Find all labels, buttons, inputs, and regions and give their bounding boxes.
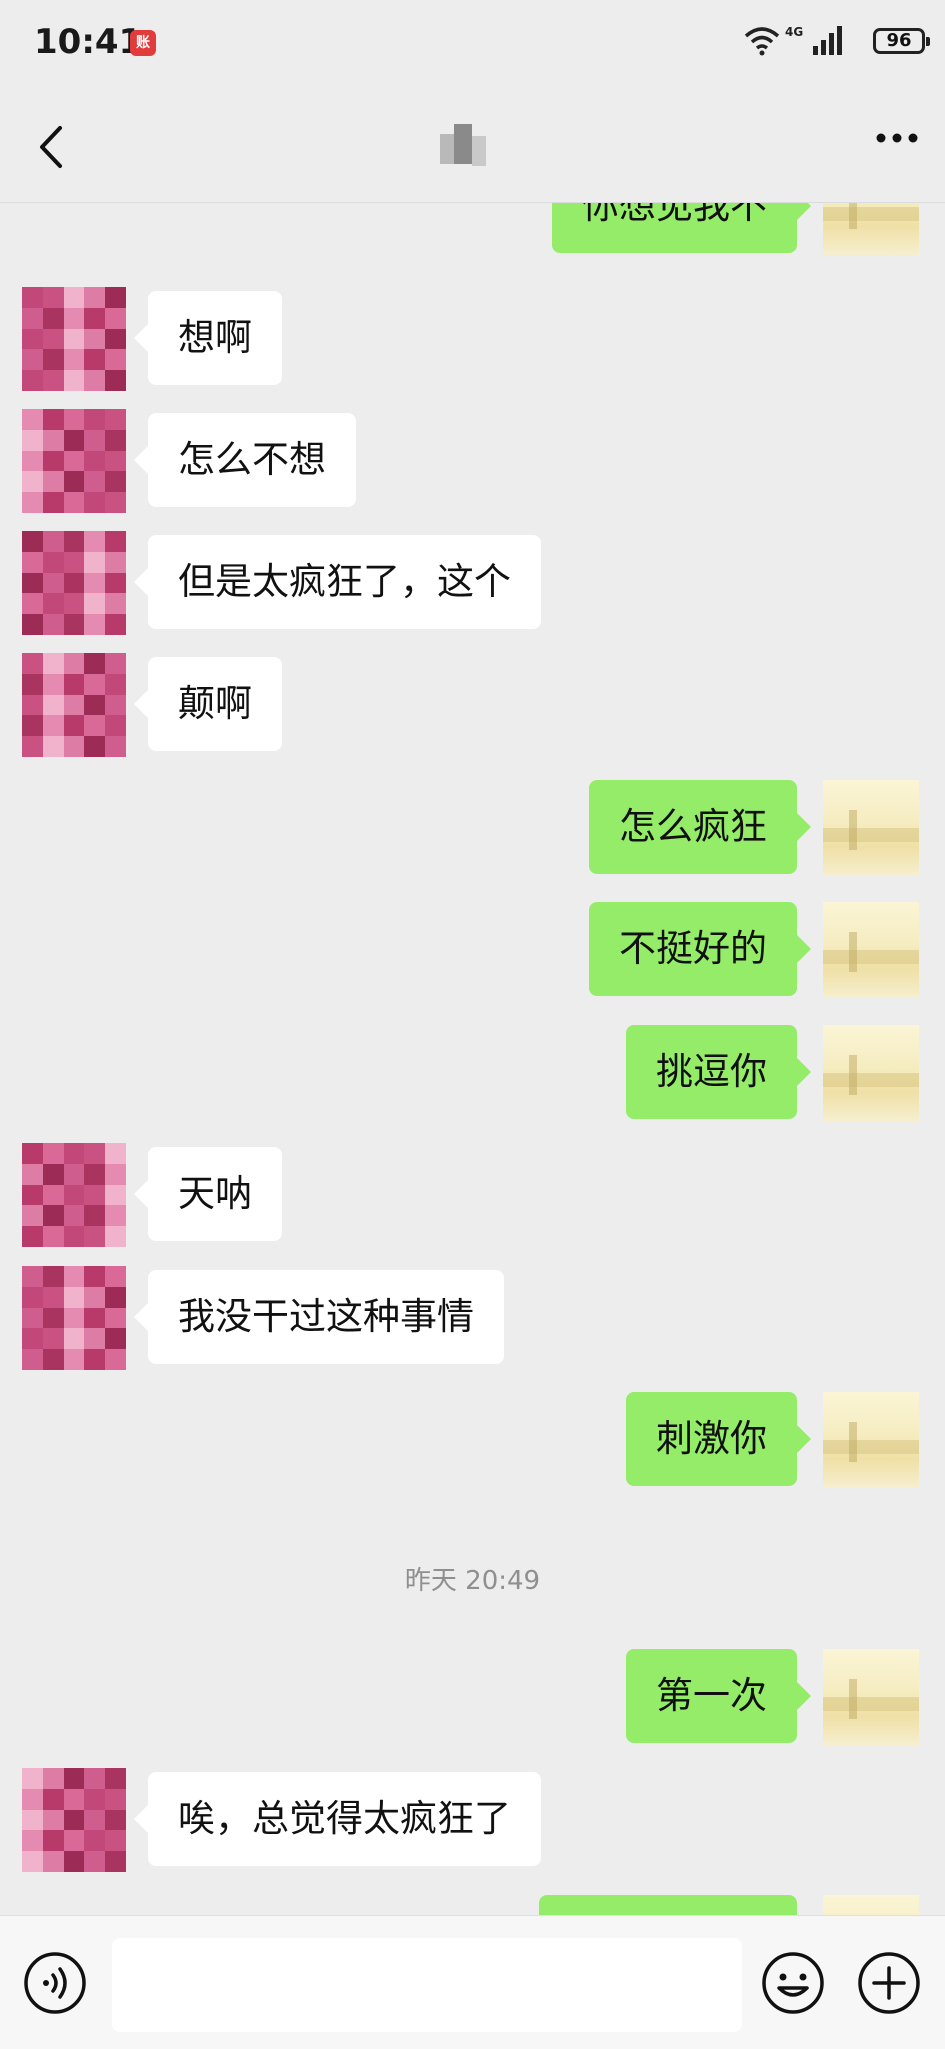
my-avatar[interactable] xyxy=(823,1895,919,1915)
chat-header xyxy=(0,92,945,203)
input-bar xyxy=(0,1915,945,2049)
my-avatar[interactable] xyxy=(823,780,919,876)
message-input[interactable] xyxy=(112,1938,742,2032)
message-list[interactable]: 你想见我不 想啊 怎么不想 但是太疯狂了，这个 颠啊 怎么疯狂 不挺好的 挑逗你… xyxy=(0,203,945,1915)
outgoing-bubble[interactable]: 第一次 xyxy=(626,1649,811,1743)
incoming-bubble[interactable]: 颠啊 xyxy=(134,657,282,751)
my-avatar[interactable] xyxy=(823,1649,919,1745)
chevron-left-icon[interactable] xyxy=(36,122,66,172)
outgoing-bubble[interactable]: 不挺好的 xyxy=(589,902,811,996)
outgoing-bubble[interactable]: 你想见我不 xyxy=(552,203,811,253)
my-avatar[interactable] xyxy=(823,1025,919,1121)
outgoing-bubble[interactable]: 刺激你 xyxy=(626,1392,811,1486)
message-timestamp: 昨天 20:49 xyxy=(404,1566,541,1596)
wifi-icon xyxy=(744,27,780,56)
system-icons: 4G 96 xyxy=(725,24,930,64)
battery-indicator: 96 xyxy=(873,28,930,54)
incoming-bubble[interactable]: 但是太疯狂了，这个 xyxy=(134,535,541,629)
contact-avatar[interactable] xyxy=(22,1266,126,1370)
contact-avatar[interactable] xyxy=(22,1143,126,1247)
chat-title-blurred xyxy=(440,124,490,170)
outgoing-bubble[interactable] xyxy=(539,1895,797,1915)
incoming-bubble[interactable]: 唉，总觉得太疯狂了 xyxy=(134,1772,541,1866)
incoming-bubble[interactable]: 天呐 xyxy=(134,1147,282,1241)
app-notification-badge: 账 xyxy=(130,30,156,56)
contact-avatar[interactable] xyxy=(22,531,126,635)
status-time: 10:41 xyxy=(34,22,143,62)
plus-circle-icon[interactable] xyxy=(856,1950,922,2016)
contact-avatar[interactable] xyxy=(22,287,126,391)
outgoing-bubble[interactable]: 挑逗你 xyxy=(626,1025,811,1119)
network-type-label: 4G xyxy=(785,25,803,39)
voice-icon[interactable] xyxy=(22,1950,88,2016)
cellular-signal-icon: 4G xyxy=(785,25,842,55)
my-avatar[interactable] xyxy=(823,1392,919,1488)
outgoing-bubble[interactable]: 怎么疯狂 xyxy=(589,780,811,874)
contact-avatar[interactable] xyxy=(22,409,126,513)
incoming-bubble[interactable]: 怎么不想 xyxy=(134,413,356,507)
incoming-bubble[interactable]: 想啊 xyxy=(134,291,282,385)
incoming-bubble[interactable]: 我没干过这种事情 xyxy=(134,1270,504,1364)
contact-avatar[interactable] xyxy=(22,1768,126,1872)
my-avatar[interactable] xyxy=(823,203,919,255)
status-bar: 10:41 账 4G 96 xyxy=(0,0,945,92)
contact-avatar[interactable] xyxy=(22,653,126,757)
more-dots-icon[interactable] xyxy=(875,132,919,144)
my-avatar[interactable] xyxy=(823,902,919,998)
emoji-icon[interactable] xyxy=(760,1950,826,2016)
